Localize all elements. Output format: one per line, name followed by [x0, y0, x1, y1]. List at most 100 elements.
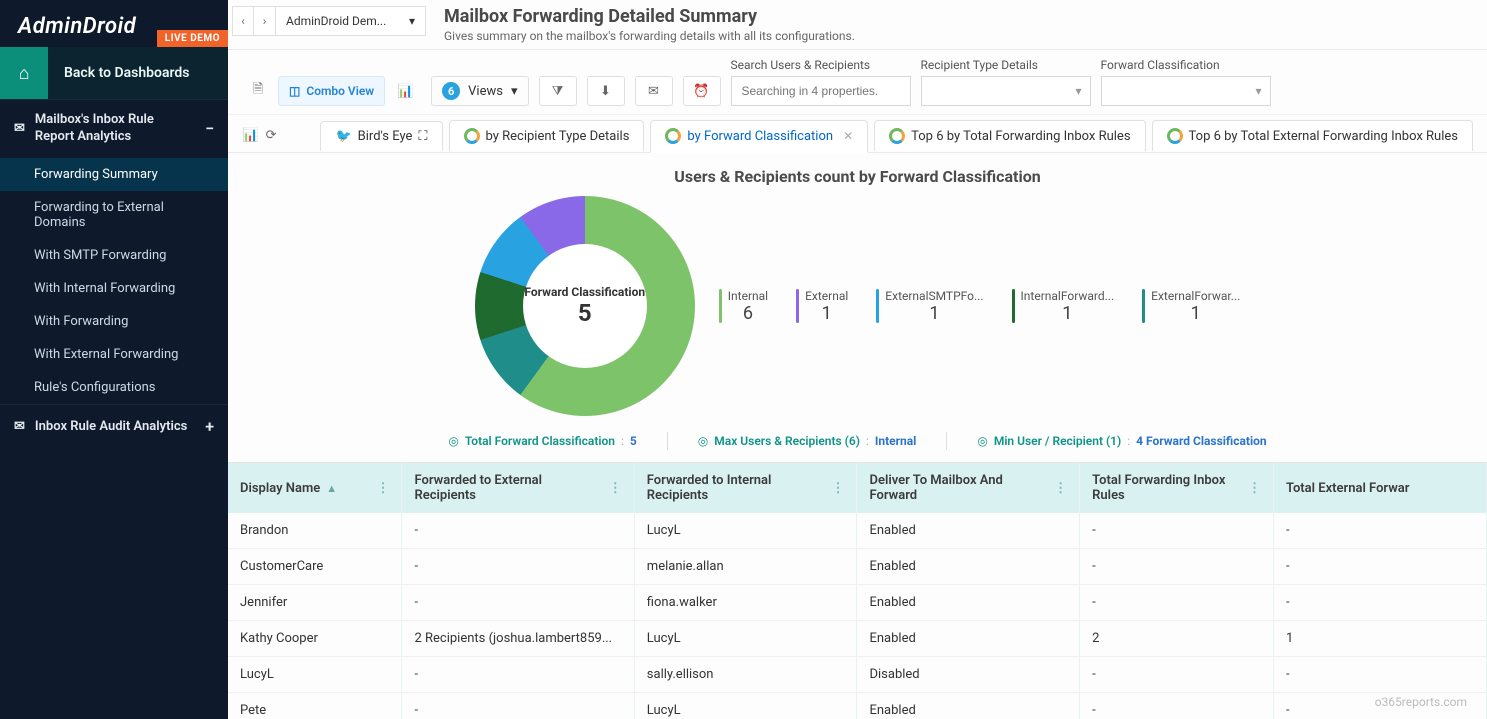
nav-forwarding-external-domains[interactable]: Forwarding to External Domains: [0, 191, 228, 239]
stat-total-forward-class: ◎ Total Forward Classification : 5: [448, 432, 636, 450]
col-total-fwd-rules[interactable]: Total Forwarding Inbox Rules⋮: [1080, 463, 1274, 513]
nav-smtp-forwarding[interactable]: With SMTP Forwarding: [0, 239, 228, 272]
watermark: o365reports.com: [1375, 695, 1467, 709]
col-deliver-forward[interactable]: Deliver To Mailbox And Forward⋮: [857, 463, 1080, 513]
schedule-icon[interactable]: ⏰: [683, 76, 721, 106]
expand-icon: ⛶: [418, 129, 427, 144]
recipient-type-select[interactable]: ▾: [921, 76, 1091, 106]
expand-icon[interactable]: +: [205, 417, 214, 436]
legend-color-bar: [1142, 289, 1145, 323]
bar-chart-icon[interactable]: 📊: [389, 76, 421, 106]
combo-view-button[interactable]: ◫ Combo View: [278, 76, 385, 106]
chevron-down-icon: ▾: [511, 84, 518, 99]
donut-icon: [889, 128, 905, 144]
data-grid: Display Name ▲⋮ Forwarded to External Re…: [228, 462, 1487, 719]
tab-birds-eye[interactable]: 🐦 Bird's Eye ⛶: [320, 121, 442, 151]
donut-icon: [1167, 128, 1183, 144]
chart-legend: Internal6 External1 ExternalSMTPFo...1 I…: [719, 289, 1240, 324]
nav-section-inbox-rule-analytics[interactable]: ✉ Mailbox's Inbox Rule Report Analytics …: [0, 99, 228, 158]
tab-by-forward-classification[interactable]: by Forward Classification ✕: [650, 120, 868, 153]
legend-item[interactable]: External1: [796, 289, 848, 324]
table-row[interactable]: Jennifer - fiona.walker Enabled - -: [228, 585, 1487, 621]
forward-class-label: Forward Classification: [1101, 58, 1271, 72]
donut-icon: [665, 128, 681, 144]
legend-item[interactable]: InternalForward...1: [1012, 289, 1115, 324]
search-input[interactable]: [731, 76, 911, 106]
search-label: Search Users & Recipients: [731, 58, 911, 72]
toolbar: 🗎 ◫ Combo View 📊 6 Views ▾ ⧩ ⬇ ✉ ⏰ Searc…: [228, 50, 1487, 115]
chart-title: Users & Recipients count by Forward Clas…: [248, 167, 1467, 186]
col-total-ext-fwd[interactable]: Total External Forwar: [1274, 463, 1487, 513]
column-menu-icon[interactable]: ⋮: [1248, 481, 1261, 496]
column-menu-icon[interactable]: ⋮: [609, 481, 622, 496]
main-content: ‹ › AdminDroid Dem... ▾ Mailbox Forwardi…: [228, 0, 1487, 719]
nav-section-audit-analytics[interactable]: ✉ Inbox Rule Audit Analytics +: [0, 404, 228, 448]
nav-rules-configurations[interactable]: Rule's Configurations: [0, 371, 228, 404]
column-menu-icon[interactable]: ⋮: [376, 481, 389, 496]
bird-icon: 🐦: [335, 129, 351, 144]
nav-internal-forwarding[interactable]: With Internal Forwarding: [0, 272, 228, 305]
download-icon[interactable]: ⬇: [587, 76, 625, 106]
page-title: Mailbox Forwarding Detailed Summary: [444, 6, 855, 27]
legend-item[interactable]: ExternalForwar...1: [1142, 289, 1240, 324]
nav-external-forwarding[interactable]: With External Forwarding: [0, 338, 228, 371]
col-display-name[interactable]: Display Name ▲⋮: [228, 463, 402, 513]
col-fwd-internal[interactable]: Forwarded to Internal Recipients⋮: [635, 463, 858, 513]
tab-top6-total[interactable]: Top 6 by Total Forwarding Inbox Rules: [874, 120, 1145, 151]
breadcrumb-select[interactable]: AdminDroid Dem... ▾: [276, 6, 426, 36]
mail-icon[interactable]: ✉: [635, 76, 673, 106]
page-header: ‹ › AdminDroid Dem... ▾ Mailbox Forwardi…: [228, 0, 1487, 50]
chevron-down-icon: ▾: [1255, 84, 1261, 98]
audit-icon: ✉: [14, 419, 25, 434]
refresh-icon[interactable]: ⟳: [264, 121, 278, 151]
collapse-icon[interactable]: −: [205, 119, 214, 138]
mailbox-icon: ✉: [14, 121, 25, 136]
donut-icon: [464, 128, 480, 144]
chart-combo-icon: ◫: [289, 84, 300, 98]
stat-max-users: ◎ Max Users & Recipients (6) : Internal: [698, 432, 917, 450]
forward-class-select[interactable]: ▾: [1101, 76, 1271, 106]
recipient-type-label: Recipient Type Details: [921, 58, 1091, 72]
nav-forward-button[interactable]: ›: [254, 6, 276, 36]
views-dropdown[interactable]: 6 Views ▾: [431, 76, 528, 106]
column-menu-icon[interactable]: ⋮: [831, 481, 844, 496]
sidebar: AdminDroid LIVE DEMO ⌂ Back to Dashboard…: [0, 0, 228, 719]
chart-stats: ◎ Total Forward Classification : 5 ◎ Max…: [228, 422, 1487, 462]
legend-color-bar: [1012, 289, 1015, 323]
table-row[interactable]: LucyL - sally.ellison Disabled - -: [228, 657, 1487, 693]
table-row[interactable]: Brandon - LucyL Enabled - -: [228, 513, 1487, 549]
table-row[interactable]: Kathy Cooper 2 Recipients (joshua.lamber…: [228, 621, 1487, 657]
nav-with-forwarding[interactable]: With Forwarding: [0, 305, 228, 338]
nav-forwarding-summary[interactable]: Forwarding Summary: [0, 158, 228, 191]
column-menu-icon[interactable]: ⋮: [1054, 481, 1067, 496]
col-fwd-external[interactable]: Forwarded to External Recipients⋮: [402, 463, 634, 513]
chart-area: Users & Recipients count by Forward Clas…: [228, 153, 1487, 422]
back-to-dashboards-row[interactable]: ⌂ Back to Dashboards: [0, 47, 228, 99]
table-row[interactable]: Pete - LucyL Enabled - -: [228, 693, 1487, 719]
view-tabs: 📊 ⟳ 🐦 Bird's Eye ⛶ by Recipient Type Det…: [228, 115, 1487, 153]
legend-color-bar: [796, 289, 799, 323]
close-icon[interactable]: ✕: [843, 129, 853, 143]
nav-back-button[interactable]: ‹: [232, 6, 254, 36]
document-icon[interactable]: 🗎: [242, 76, 274, 106]
donut-chart[interactable]: Forward Classification 5: [475, 196, 695, 416]
back-label: Back to Dashboards: [48, 47, 228, 99]
legend-color-bar: [876, 289, 879, 323]
chevron-down-icon: ▾: [1075, 84, 1081, 98]
tab-top6-external[interactable]: Top 6 by Total External Forwarding Inbox…: [1152, 120, 1473, 151]
bar-chart-tab-icon[interactable]: 📊: [242, 121, 258, 151]
stat-min-user: ◎ Min User / Recipient (1) : 4 Forward C…: [977, 432, 1266, 450]
target-icon: ◎: [698, 434, 708, 448]
legend-item[interactable]: Internal6: [719, 289, 768, 324]
legend-color-bar: [719, 289, 722, 323]
grid-header: Display Name ▲⋮ Forwarded to External Re…: [228, 463, 1487, 513]
home-icon[interactable]: ⌂: [0, 47, 48, 99]
target-icon: ◎: [977, 434, 987, 448]
table-row[interactable]: CustomerCare - melanie.allan Enabled - -: [228, 549, 1487, 585]
live-demo-badge: LIVE DEMO: [157, 30, 228, 47]
target-icon: ◎: [448, 434, 458, 448]
tab-by-recipient-type[interactable]: by Recipient Type Details: [449, 120, 645, 151]
legend-item[interactable]: ExternalSMTPFo...1: [876, 289, 983, 324]
page-subtitle: Gives summary on the mailbox's forwardin…: [444, 29, 855, 43]
filter-icon[interactable]: ⧩: [539, 76, 577, 106]
